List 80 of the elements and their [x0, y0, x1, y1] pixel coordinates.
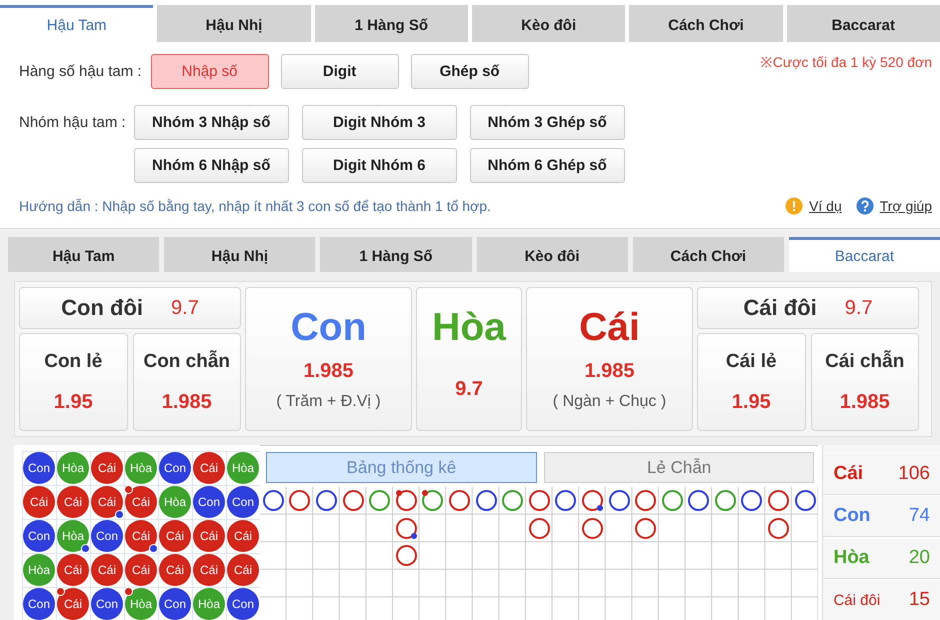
bead-marker: Cái: [227, 520, 259, 552]
tab[interactable]: Cách Chơi: [632, 237, 784, 272]
bead-marker: Hòa: [23, 554, 55, 586]
bead-marker: Hòa: [159, 486, 191, 518]
bead-marker: Cái: [159, 520, 191, 552]
option-button[interactable]: Digit Nhóm 6: [302, 148, 457, 183]
odds-card[interactable]: Cái lẻ 1.95: [697, 333, 806, 431]
tab[interactable]: Kèo đôi: [476, 237, 628, 272]
bead-marker: Hòa: [227, 452, 259, 484]
bead-marker: Cái: [125, 554, 157, 586]
bead-marker: Con: [159, 588, 191, 620]
tab[interactable]: Hậu Nhị: [157, 5, 311, 42]
bead-marker: Hòa: [193, 588, 225, 620]
limit-note: ※Cược tối đa 1 kỳ 520 đơn: [760, 53, 932, 71]
bead-marker: Cái: [193, 452, 225, 484]
stat-label: Hòa: [833, 547, 870, 569]
bead-marker: Cái: [227, 554, 259, 586]
option-button[interactable]: Ghép số: [410, 54, 529, 89]
tab[interactable]: Lẻ Chẫn: [544, 452, 814, 483]
option-button[interactable]: Nhóm 6 Ghép số: [470, 148, 625, 183]
bead-marker: Con: [159, 452, 191, 484]
bead-marker: Hòa: [125, 452, 157, 484]
option-button[interactable]: Digit: [280, 54, 399, 89]
odds-card[interactable]: Con 1.985 ( Trăm + Đ.Vị ): [245, 287, 412, 431]
tab[interactable]: 1 Hàng Số: [314, 5, 468, 42]
tab[interactable]: Kèo đôi: [472, 5, 626, 42]
option-button[interactable]: Nhóm 3 Ghép số: [470, 105, 625, 140]
stat-label: Cái: [833, 463, 864, 485]
bead-marker: Cái: [57, 554, 89, 586]
link[interactable]: Ví dụ: [809, 198, 842, 214]
bead-marker: Con: [91, 520, 123, 552]
group-label: Nhóm hậu tam :: [19, 114, 126, 131]
bead-marker: Con: [91, 588, 123, 620]
stat-value: 106: [898, 463, 930, 485]
bead-marker: Cái: [23, 486, 55, 518]
tab[interactable]: Hậu Nhị: [164, 237, 316, 272]
stat-label: Con: [833, 505, 870, 527]
bead-marker: Con: [193, 486, 225, 518]
odds-card[interactable]: Con chẫn 1.985: [132, 333, 241, 431]
odds-card[interactable]: Hòa 9.7: [416, 287, 522, 431]
bead-marker: Cái: [91, 452, 123, 484]
option-button[interactable]: Nhóm 6 Nhập số: [134, 148, 289, 183]
odds-card[interactable]: Con đôi 9.7: [19, 287, 241, 329]
option-button[interactable]: Nhóm 3 Nhập số: [134, 105, 289, 140]
bead-marker: Cái: [125, 520, 157, 552]
bead-marker: Hòa: [125, 588, 157, 620]
stat-label: Cái đôi: [833, 592, 880, 608]
bead-marker: Cái: [91, 554, 123, 586]
option-button[interactable]: Digit Nhóm 3: [302, 105, 457, 140]
bead-marker: Cái: [193, 520, 225, 552]
bead-marker: Con: [227, 486, 259, 518]
help-icon: [856, 197, 874, 215]
bead-marker: Hòa: [57, 452, 89, 484]
bead-marker: Cái: [57, 486, 89, 518]
stat-value: 74: [908, 505, 930, 527]
tab[interactable]: Baccarat: [786, 5, 940, 42]
bead-marker: Cái: [125, 486, 157, 518]
group-label: Hàng số hậu tam :: [19, 63, 142, 80]
bead-marker: Con: [23, 520, 55, 552]
odds-card[interactable]: Cái đôi 9.7: [697, 287, 919, 329]
bead-marker: Con: [23, 452, 55, 484]
stat-value: 20: [908, 547, 930, 569]
bead-marker: Con: [227, 588, 259, 620]
tab[interactable]: 1 Hàng Số: [320, 237, 472, 272]
odds-card[interactable]: Con lẻ 1.95: [19, 333, 128, 431]
link[interactable]: Trợ giúp: [880, 198, 932, 214]
tab[interactable]: Baccarat: [788, 237, 940, 272]
guide-text: Hướng dẫn : Nhập số bằng tay, nhập ít nhất 3 con số để tạo thành 1 tổ hợp.: [19, 198, 491, 214]
tab[interactable]: Cách Chơi: [629, 5, 783, 42]
bead-marker: Con: [23, 588, 55, 620]
bead-marker: Cái: [159, 554, 191, 586]
bead-marker: Cái: [193, 554, 225, 586]
odds-card[interactable]: Cái 1.985 ( Ngàn + Chục ): [526, 287, 693, 431]
bead-marker: Hòa: [57, 520, 89, 552]
stat-value: 15: [908, 589, 930, 611]
bead-marker: Cái: [57, 588, 89, 620]
odds-card[interactable]: Cái chẫn 1.985: [810, 333, 919, 431]
info-icon: [785, 197, 804, 215]
bead-marker: Cái: [91, 486, 123, 518]
tab[interactable]: Hậu Tam: [8, 237, 160, 272]
